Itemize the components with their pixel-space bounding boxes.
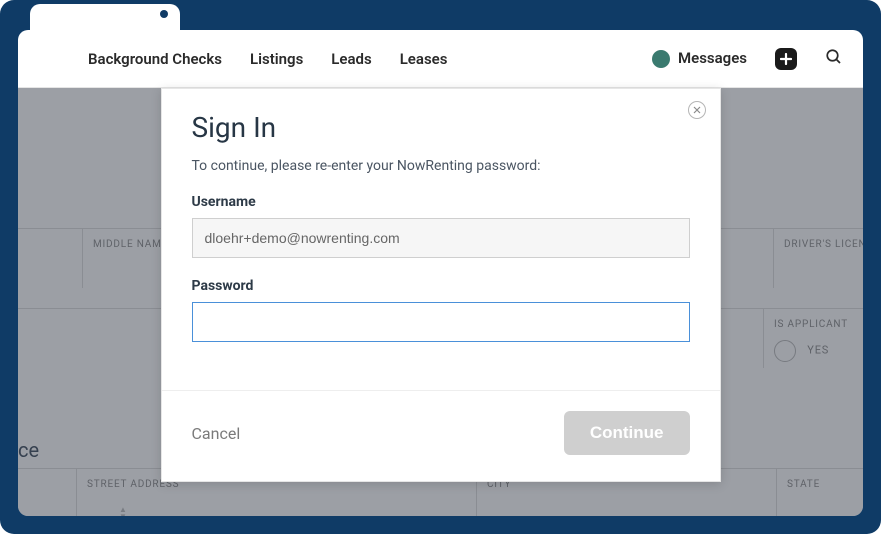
modal-title: Sign In xyxy=(192,111,690,144)
top-nav: Background Checks Listings Leads Leases … xyxy=(18,30,863,88)
modal-subtitle: To continue, please re-enter your NowRen… xyxy=(192,158,690,174)
continue-button[interactable]: Continue xyxy=(564,411,690,455)
search-button[interactable] xyxy=(825,48,843,70)
password-label: Password xyxy=(192,278,690,294)
add-button[interactable] xyxy=(775,48,797,70)
nav-leases[interactable]: Leases xyxy=(400,50,448,68)
nav-background-checks[interactable]: Background Checks xyxy=(88,50,222,68)
cancel-button[interactable]: Cancel xyxy=(192,424,241,443)
search-icon xyxy=(825,48,843,66)
close-button[interactable] xyxy=(688,101,706,119)
viewport: Background Checks Listings Leads Leases … xyxy=(18,30,863,516)
username-field[interactable] xyxy=(192,218,690,258)
plus-icon xyxy=(780,53,792,65)
username-label: Username xyxy=(192,194,690,210)
sign-in-modal: Sign In To continue, please re-enter you… xyxy=(161,88,721,482)
close-icon xyxy=(693,106,701,114)
tab-close-icon[interactable] xyxy=(160,10,168,18)
nav-messages[interactable]: Messages xyxy=(652,49,747,68)
password-field[interactable] xyxy=(192,302,690,342)
nav-listings[interactable]: Listings xyxy=(250,50,303,68)
nav-messages-label: Messages xyxy=(678,49,747,67)
browser-tab[interactable] xyxy=(30,4,180,32)
nav-leads[interactable]: Leads xyxy=(331,50,371,68)
browser-frame: Background Checks Listings Leads Leases … xyxy=(0,0,881,534)
status-dot-icon xyxy=(652,50,670,68)
